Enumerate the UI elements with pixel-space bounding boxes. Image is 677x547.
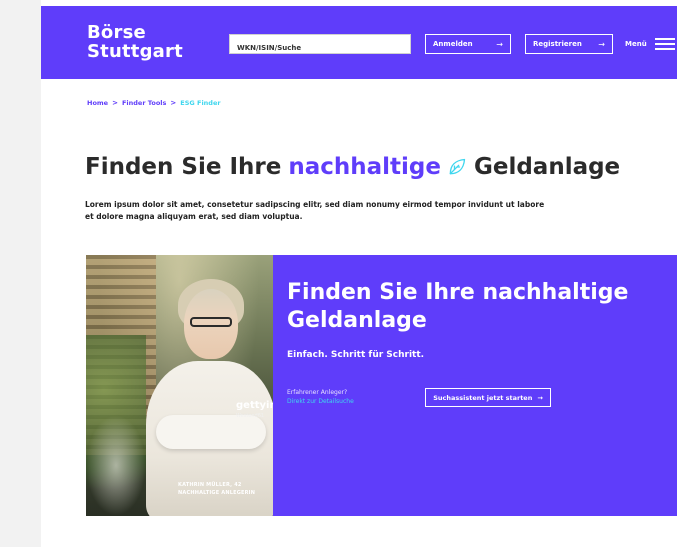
photo-watermark-sub: Westend61	[236, 413, 265, 419]
start-assistant-button[interactable]: Suchassistent jetzt starten →	[425, 388, 551, 407]
page: Börse Stuttgart Anmelden → Registrieren …	[41, 0, 677, 547]
breadcrumb: Home > Finder Tools > ESG Finder	[87, 99, 221, 107]
hero-question: Erfahrener Anleger?	[287, 389, 348, 396]
login-label: Anmelden	[433, 40, 473, 48]
hero-subtitle: Einfach. Schritt für Schritt.	[287, 350, 425, 360]
leaf-icon	[447, 157, 467, 177]
start-assistant-label: Suchassistent jetzt starten	[433, 393, 533, 402]
breadcrumb-finder-tools[interactable]: Finder Tools	[122, 99, 166, 107]
caption-line-2: NACHHALTIGE ANLEGERIN	[178, 490, 256, 496]
title-accent: nachhaltige	[288, 154, 441, 180]
menu-button[interactable]: Menü	[625, 34, 675, 54]
intro-text: Lorem ipsum dolor sit amet, consetetur s…	[85, 200, 545, 221]
arrow-right-icon: →	[598, 39, 605, 49]
breadcrumb-separator: >	[112, 99, 118, 107]
hero-title: Finden Sie Ihre nachhaltige Geldanlage	[287, 280, 629, 333]
photo-watermark: gettyim	[236, 400, 273, 411]
search-input[interactable]	[230, 39, 410, 57]
menu-label: Menü	[625, 40, 647, 48]
title-part-2: Geldanlage	[473, 154, 621, 180]
logo[interactable]: Börse Stuttgart	[87, 23, 183, 61]
caption-line-1: KATHRIN MÜLLER, 42	[178, 482, 242, 488]
detail-search-link[interactable]: Direkt zur Detailsuche	[287, 398, 354, 405]
logo-line-1: Börse	[87, 22, 146, 43]
search-box	[229, 34, 411, 57]
arrow-right-icon: →	[537, 393, 543, 402]
login-button[interactable]: Anmelden →	[425, 34, 511, 54]
logo-line-2: Stuttgart	[87, 41, 183, 62]
register-button[interactable]: Registrieren →	[525, 34, 613, 54]
title-part-1: Finden Sie Ihre	[85, 154, 282, 180]
page-title: Finden Sie Ihre nachhaltige Geldanlage	[85, 154, 620, 180]
breadcrumb-home[interactable]: Home	[87, 99, 108, 107]
hero-photo: gettyim Westend61 KATHRIN MÜLLER, 42 NAC…	[86, 255, 273, 516]
person-illustration	[126, 265, 273, 516]
hero-panel: Finden Sie Ihre nachhaltige Geldanlage E…	[273, 255, 677, 516]
photo-caption: KATHRIN MÜLLER, 42 NACHHALTIGE ANLEGERIN	[178, 481, 255, 497]
breadcrumb-current: ESG Finder	[180, 99, 221, 107]
hamburger-icon	[654, 38, 675, 50]
breadcrumb-separator: >	[170, 99, 177, 107]
register-label: Registrieren	[533, 40, 582, 48]
site-header: Börse Stuttgart Anmelden → Registrieren …	[41, 6, 677, 79]
arrow-right-icon: →	[496, 39, 503, 49]
